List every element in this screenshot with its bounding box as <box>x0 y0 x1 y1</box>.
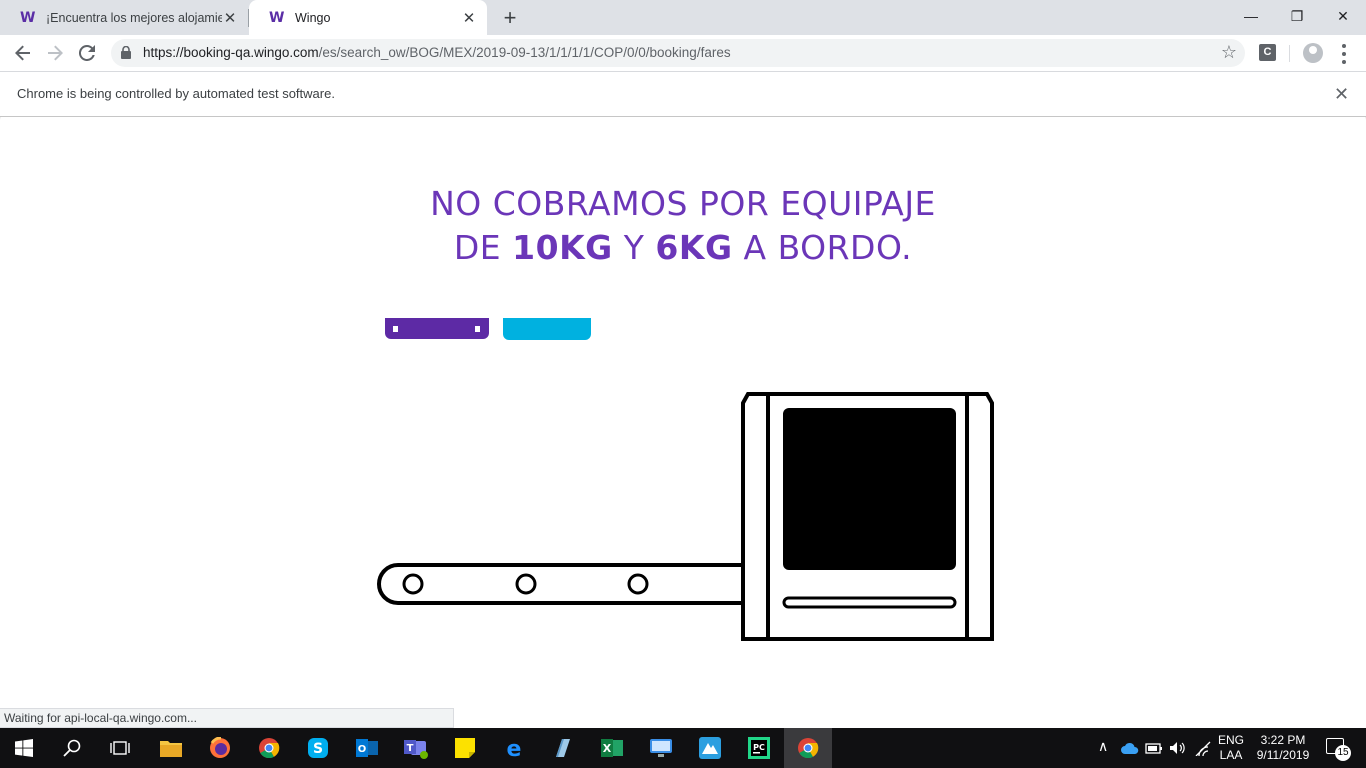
headline-10kg: 10KG <box>512 228 613 267</box>
browser-toolbar: https://booking-qa.wingo.com/es/search_o… <box>0 35 1366 72</box>
conveyor-roller <box>515 573 537 595</box>
back-button[interactable] <box>9 40 37 66</box>
language-indicator[interactable]: ENG LAA <box>1214 733 1248 763</box>
wingo-favicon-icon: W <box>269 9 285 26</box>
cyan-bag-illustration <box>503 318 591 340</box>
tray-chevron-icon[interactable]: ∧ <box>1098 738 1108 755</box>
infobar-close-icon[interactable]: ✕ <box>1334 84 1349 105</box>
task-view-icon[interactable] <box>96 728 144 768</box>
headline-de: DE <box>453 228 502 267</box>
status-bubble: Waiting for api-local-qa.wingo.com... <box>0 708 454 728</box>
wifi-icon[interactable] <box>1194 740 1212 756</box>
url-host: https://booking-qa.wingo.com <box>143 45 319 60</box>
excel-icon[interactable]: X <box>588 728 636 768</box>
tab-close-icon[interactable]: ✕ <box>461 9 477 27</box>
remote-desktop-icon[interactable] <box>637 728 685 768</box>
tab-title: ¡Encuentra los mejores alojamien <box>46 10 222 25</box>
baggage-scanner-illustration <box>377 392 994 641</box>
clock-date: 9/11/2019 <box>1256 748 1310 762</box>
clock-time: 3:22 PM <box>1260 733 1306 747</box>
chrome-menu-icon[interactable] <box>1338 40 1350 66</box>
infobar-message: Chrome is being controlled by automated … <box>17 86 335 101</box>
tab-wingo[interactable]: W Wingo ✕ <box>249 0 487 35</box>
conveyor-roller <box>627 573 649 595</box>
file-explorer-icon[interactable] <box>147 728 195 768</box>
forward-arrow-icon <box>48 45 63 61</box>
edge-icon[interactable]: e <box>490 728 538 768</box>
teams-icon[interactable]: T <box>392 728 440 768</box>
chrome-icon[interactable] <box>245 728 293 768</box>
conveyor-roller <box>402 573 424 595</box>
minimize-button[interactable]: — <box>1228 0 1274 32</box>
battery-icon[interactable] <box>1145 741 1163 755</box>
headline-line1: NO COBRAMOS POR EQUIPAJE <box>430 184 936 223</box>
chrome-active-icon[interactable] <box>784 728 832 768</box>
page-content: NO COBRAMOS POR EQUIPAJE DE 10KG Y 6KG A… <box>1 117 1365 728</box>
volume-icon[interactable] <box>1169 741 1187 755</box>
url-path: /es/search_ow/BOG/MEX/2019-09-13/1/1/1/1… <box>318 45 731 60</box>
svg-text:O: O <box>358 744 367 755</box>
profile-avatar-icon[interactable] <box>1303 43 1323 63</box>
back-arrow-icon <box>15 45 30 61</box>
windows-start-icon[interactable] <box>0 728 48 768</box>
tab-strip: W ¡Encuentra los mejores alojamien ✕ W W… <box>0 0 1366 35</box>
url-text: https://booking-qa.wingo.com/es/search_o… <box>143 39 731 67</box>
close-window-button[interactable]: ✕ <box>1320 0 1366 32</box>
suitcase-wheel <box>393 326 398 332</box>
tab-close-icon[interactable]: ✕ <box>222 9 238 27</box>
headline-line2: DE 10KG Y 6KG A BORDO. <box>1 226 1365 270</box>
firefox-icon[interactable] <box>196 728 244 768</box>
pycharm-icon[interactable]: PC <box>735 728 783 768</box>
language-primary: ENG <box>1217 733 1244 747</box>
svg-text:PC: PC <box>753 743 765 752</box>
search-icon[interactable] <box>48 728 96 768</box>
forward-button[interactable] <box>41 40 69 66</box>
purple-suitcase-illustration <box>385 318 489 339</box>
reload-icon <box>78 44 95 61</box>
notification-count-badge: 15 <box>1335 745 1351 761</box>
windows-taskbar: S O T e X PC ∧ ENG LAA 3:22 PM 9/11/2019 <box>0 728 1366 768</box>
headline-y: Y <box>623 228 645 267</box>
language-secondary: LAA <box>1219 748 1243 762</box>
conveyor-belt <box>377 563 743 605</box>
svg-text:T: T <box>407 743 414 754</box>
notepad-icon[interactable] <box>539 728 587 768</box>
lock-icon <box>121 46 131 59</box>
bookmark-star-icon[interactable]: ☆ <box>1221 42 1237 63</box>
headline-6kg: 6KG <box>655 228 733 267</box>
address-bar[interactable]: https://booking-qa.wingo.com/es/search_o… <box>111 39 1245 67</box>
scanner-slot <box>782 596 957 609</box>
svg-text:X: X <box>603 742 612 755</box>
headline-a-bordo: A BORDO. <box>743 228 913 267</box>
wingo-favicon-icon: W <box>20 9 36 26</box>
azure-icon[interactable] <box>686 728 734 768</box>
toolbar-separator <box>1289 45 1290 62</box>
svg-text:e: e <box>507 737 522 759</box>
restore-button[interactable]: ❐ <box>1274 0 1320 32</box>
onedrive-icon[interactable] <box>1121 742 1139 754</box>
suitcase-wheel <box>475 326 480 332</box>
reload-button[interactable] <box>73 40 101 66</box>
clock[interactable]: 3:22 PM 9/11/2019 <box>1252 733 1314 763</box>
tab-encuentra[interactable]: W ¡Encuentra los mejores alojamien ✕ <box>0 0 248 35</box>
scanner-screen <box>783 408 956 570</box>
svg-text:S: S <box>313 741 323 757</box>
extension-icon[interactable]: C <box>1259 44 1276 61</box>
outlook-icon[interactable]: O <box>343 728 391 768</box>
baggage-headline: NO COBRAMOS POR EQUIPAJE DE 10KG Y 6KG A… <box>1 182 1365 270</box>
sticky-notes-icon[interactable] <box>441 728 489 768</box>
skype-icon[interactable]: S <box>294 728 342 768</box>
new-tab-button[interactable]: + <box>498 6 522 30</box>
automation-infobar: Chrome is being controlled by automated … <box>0 72 1366 117</box>
tab-title: Wingo <box>295 10 331 25</box>
